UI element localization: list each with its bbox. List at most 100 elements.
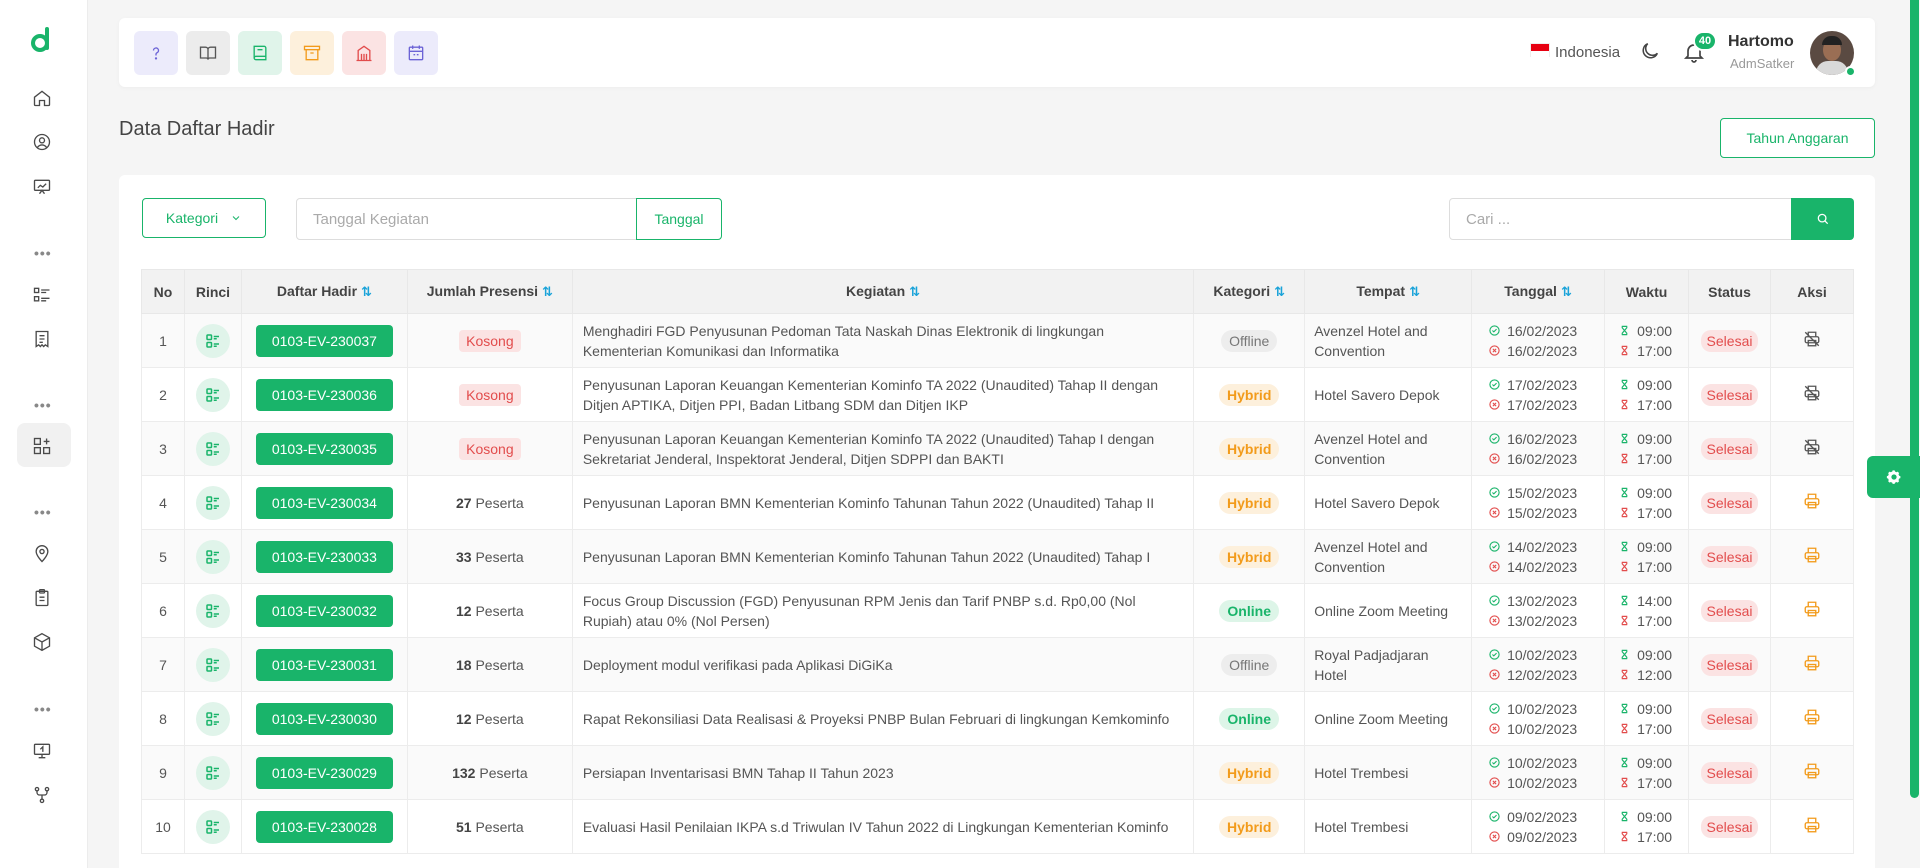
cell-kegiatan: Focus Group Discussion (FGD) Penyusunan … xyxy=(571,583,1195,638)
status-badge: Selesai xyxy=(1700,329,1759,352)
rinci-button[interactable] xyxy=(195,647,230,682)
th-kegiatan[interactable]: Kegiatan ⇅ xyxy=(571,269,1195,314)
cell-aksi[interactable] xyxy=(1770,691,1854,746)
manual-button[interactable] xyxy=(238,31,282,75)
rinci-button[interactable] xyxy=(195,701,230,736)
daftar-hadir-button[interactable]: 0103-EV-230028 xyxy=(255,810,393,843)
daftar-hadir-button[interactable]: 0103-EV-230036 xyxy=(255,378,393,411)
daftar-hadir-button[interactable]: 0103-EV-230035 xyxy=(255,432,393,465)
list-icon[interactable] xyxy=(30,283,54,307)
hourglass-start-icon xyxy=(1621,811,1628,822)
archive-button[interactable] xyxy=(290,31,334,75)
cell-aksi[interactable] xyxy=(1770,475,1854,530)
cell-aksi[interactable] xyxy=(1770,745,1854,800)
tanggal-selesai: 09/02/2023 xyxy=(1507,828,1578,845)
th-kategori[interactable]: Kategori ⇅ xyxy=(1193,269,1306,314)
tanggal-mulai: 16/02/2023 xyxy=(1507,430,1578,447)
monitor-share-icon[interactable] xyxy=(30,739,54,763)
cell-daftar-hadir: 0103-EV-230032 xyxy=(240,583,408,638)
cell-waktu: 09:00 17:00 xyxy=(1604,313,1690,368)
search-input[interactable]: Cari ... xyxy=(1449,198,1792,240)
cube-icon[interactable] xyxy=(30,630,54,654)
rinci-button[interactable] xyxy=(195,431,230,466)
rinci-button[interactable] xyxy=(195,593,230,628)
rinci-button[interactable] xyxy=(195,485,230,520)
cell-tempat: Online Zoom Meeting xyxy=(1304,691,1473,746)
sort-icon[interactable]: ⇅ xyxy=(1409,284,1420,299)
user-name[interactable]: Hartomo xyxy=(1728,33,1794,51)
daftar-hadir-button[interactable]: 0103-EV-230031 xyxy=(255,648,393,681)
book-icon xyxy=(253,45,267,61)
clipboard-icon[interactable] xyxy=(30,586,54,610)
daftar-hadir-button[interactable]: 0103-EV-230034 xyxy=(255,486,393,519)
rinci-button[interactable] xyxy=(195,323,230,358)
cell-aksi[interactable] xyxy=(1770,421,1854,476)
rinci-button[interactable] xyxy=(195,377,230,412)
daftar-hadir-button[interactable]: 0103-EV-230037 xyxy=(255,324,393,357)
receipt-icon[interactable] xyxy=(30,327,54,351)
building-button[interactable] xyxy=(342,31,386,75)
cell-daftar-hadir: 0103-EV-230033 xyxy=(240,529,408,584)
daftar-hadir-button[interactable]: 0103-EV-230030 xyxy=(255,702,393,735)
th-tempat[interactable]: Tempat ⇅ xyxy=(1304,269,1473,314)
table-row: 3 0103-EV-230035 Kosong Penyusunan Laporan … xyxy=(141,421,1854,476)
sort-icon[interactable]: ⇅ xyxy=(542,284,553,299)
presentation-chart-icon[interactable] xyxy=(30,175,54,199)
search-button[interactable] xyxy=(1791,198,1854,240)
cell-aksi[interactable] xyxy=(1770,529,1854,584)
tanggal-mulai: 09/02/2023 xyxy=(1507,808,1578,825)
sort-icon[interactable]: ⇅ xyxy=(1561,284,1572,299)
home-icon[interactable] xyxy=(30,86,54,110)
th-rinci: Rinci xyxy=(183,269,242,314)
guide-button[interactable] xyxy=(186,31,230,75)
kategori-badge: Hybrid xyxy=(1219,545,1280,568)
rinci-button[interactable] xyxy=(195,755,230,790)
jam-selesai: 12:00 xyxy=(1637,666,1673,683)
git-branch-icon[interactable] xyxy=(30,783,54,807)
th-jumlah-presensi[interactable]: Jumlah Presensi ⇅ xyxy=(406,269,573,314)
daftar-hadir-button[interactable]: 0103-EV-230032 xyxy=(255,594,393,627)
check-circle-icon xyxy=(1489,379,1500,390)
cell-waktu: 09:00 17:00 xyxy=(1604,745,1690,800)
cell-aksi[interactable] xyxy=(1770,313,1854,368)
cell-aksi[interactable] xyxy=(1770,367,1854,422)
map-pin-icon[interactable] xyxy=(30,542,54,566)
tahun-anggaran-button[interactable]: Tahun Anggaran xyxy=(1720,118,1875,158)
sort-icon[interactable]: ⇅ xyxy=(361,284,372,299)
cell-kategori: Hybrid xyxy=(1193,475,1306,530)
indonesia-flag-icon[interactable] xyxy=(1530,43,1550,57)
cell-aksi[interactable] xyxy=(1770,637,1854,692)
language-selector[interactable]: Indonesia xyxy=(1555,44,1620,61)
th-daftar-hadir[interactable]: Daftar Hadir ⇅ xyxy=(240,269,408,314)
rinci-button[interactable] xyxy=(195,539,230,574)
tanggal-mulai: 10/02/2023 xyxy=(1507,646,1578,663)
presensi-empty-badge: Kosong xyxy=(459,329,521,352)
help-icon xyxy=(152,47,160,60)
scrollbar-thumb[interactable] xyxy=(1910,0,1919,798)
calendar-button[interactable] xyxy=(394,31,438,75)
page-title: Data Daftar Hadir xyxy=(119,118,275,140)
daftar-hadir-button[interactable]: 0103-EV-230033 xyxy=(255,540,393,573)
cell-presensi: 12 Peserta xyxy=(406,691,573,746)
cell-aksi[interactable] xyxy=(1770,799,1854,854)
sort-icon[interactable]: ⇅ xyxy=(909,284,920,299)
app-logo[interactable] xyxy=(30,24,54,54)
notification-badge: 40 xyxy=(1693,31,1717,51)
jam-mulai: 09:00 xyxy=(1637,322,1673,339)
dark-mode-toggle-icon[interactable] xyxy=(1639,40,1661,62)
daftar-hadir-button[interactable]: 0103-EV-230029 xyxy=(255,756,393,789)
cell-aksi[interactable] xyxy=(1770,583,1854,638)
grid-add-icon[interactable] xyxy=(30,434,54,458)
user-circle-icon[interactable] xyxy=(30,130,54,154)
tanggal-selesai: 16/02/2023 xyxy=(1507,342,1578,359)
rinci-button[interactable] xyxy=(195,809,230,844)
sort-icon[interactable]: ⇅ xyxy=(1274,284,1285,299)
kategori-dropdown[interactable]: Kategori xyxy=(142,198,266,238)
cell-status: Selesai xyxy=(1688,745,1771,800)
help-button[interactable] xyxy=(134,31,178,75)
tanggal-kegiatan-input[interactable]: Tanggal Kegiatan xyxy=(296,198,637,240)
kategori-badge: Hybrid xyxy=(1219,491,1280,514)
presensi-count: 12 Peserta xyxy=(456,602,524,619)
tanggal-button[interactable]: Tanggal xyxy=(636,198,722,240)
th-tanggal[interactable]: Tanggal ⇅ xyxy=(1471,269,1606,314)
